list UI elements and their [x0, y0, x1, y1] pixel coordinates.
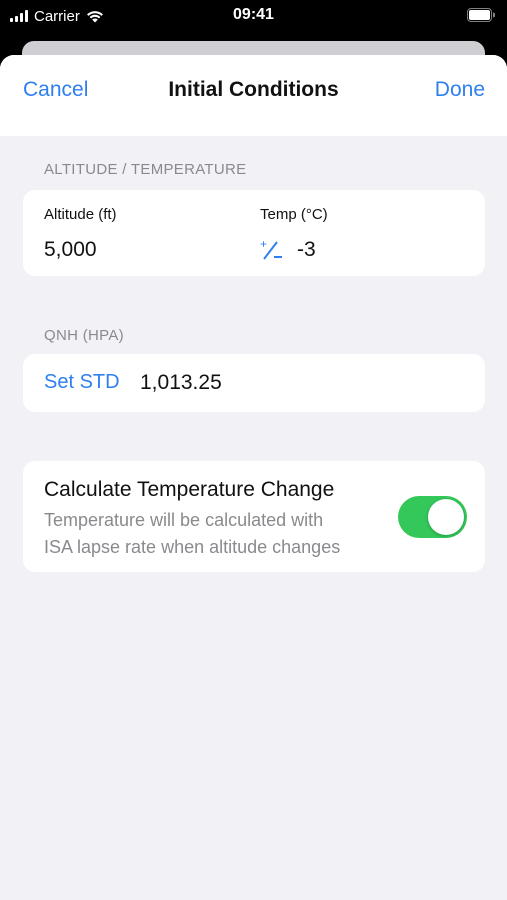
cellular-signal-icon [10, 10, 28, 22]
temperature-change-group: Calculate Temperature Change Temperature… [23, 461, 485, 572]
done-button[interactable]: Done [435, 77, 485, 103]
svg-text:+: + [260, 237, 267, 251]
temperature-field[interactable]: -3 [297, 238, 316, 262]
carrier-name: Carrier [34, 7, 80, 25]
qnh-header: QNH (HPA) [44, 327, 124, 344]
status-left: Carrier [10, 6, 104, 26]
temperature-change-title: Calculate Temperature Change [44, 478, 335, 501]
toggle-knob [428, 499, 464, 535]
temperature-change-description-line2: ISA lapse rate when altitude changes [44, 537, 341, 557]
altitude-temperature-header: ALTITUDE / TEMPERATURE [44, 161, 247, 178]
qnh-group: Set STD 1,013.25 [23, 354, 485, 412]
temp-label: Temp (°C) [260, 206, 328, 223]
initial-conditions-sheet: Cancel Initial Conditions Done ALTITUDE … [0, 55, 507, 900]
altitude-field[interactable]: 5,000 [44, 238, 97, 262]
altitude-temperature-group: Altitude (ft) 5,000 Temp (°C) + -3 [23, 190, 485, 276]
qnh-field[interactable]: 1,013.25 [140, 371, 222, 395]
cancel-button[interactable]: Cancel [23, 77, 88, 103]
temperature-change-toggle[interactable] [398, 496, 467, 538]
plus-minus-icon[interactable]: + [259, 237, 285, 263]
battery-icon [467, 8, 495, 22]
navigation-bar: Cancel Initial Conditions Done [0, 55, 507, 136]
status-bar: Carrier 09:41 [0, 0, 507, 34]
set-std-button[interactable]: Set STD [44, 371, 120, 394]
wifi-icon [86, 11, 103, 23]
temperature-change-description-line1: Temperature will be calculated with [44, 510, 324, 530]
altitude-label: Altitude (ft) [44, 206, 117, 223]
